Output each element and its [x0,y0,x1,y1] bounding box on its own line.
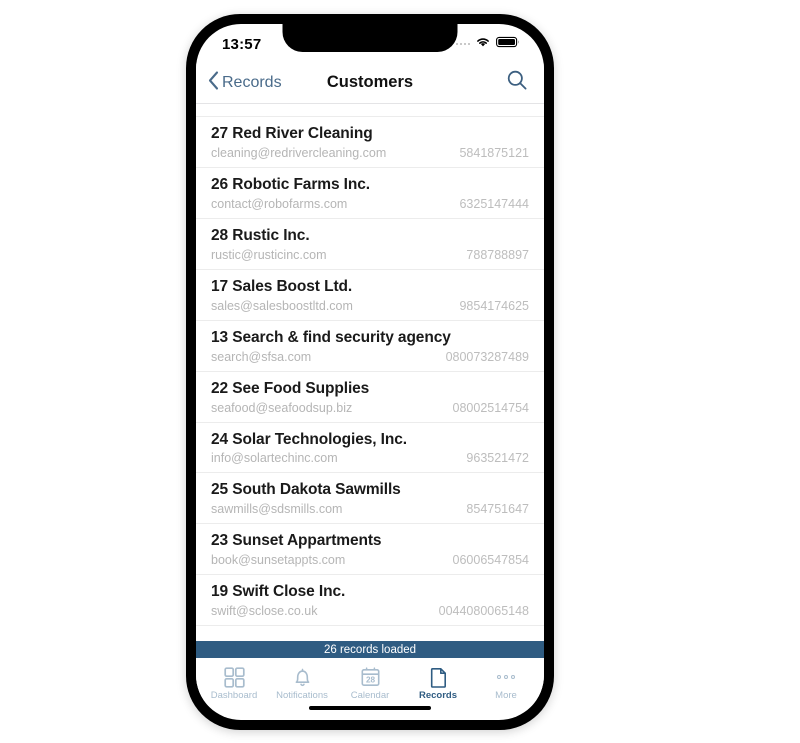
record-phone: 08002514754 [452,400,529,415]
record-title: 23 Sunset Appartments [211,532,382,550]
tab-notifications[interactable]: Notifications [268,666,336,701]
table-row[interactable]: 23 Sunset Appartments book@sunsetappts.c… [196,524,544,576]
phone-screen: 13:57 Records Customers 27 Red River Cle… [196,24,544,720]
back-button-label: Records [222,73,282,91]
record-email: sales@salesboostltd.com [211,298,353,313]
search-icon [506,69,528,96]
record-phone: 854751647 [466,502,529,517]
home-indicator [309,705,431,710]
tab-dashboard[interactable]: Dashboard [200,666,268,701]
record-email: seafood@seafoodsup.biz [211,400,353,415]
list-top-spacer [196,104,544,117]
record-phone: 5841875121 [459,145,529,160]
record-email: contact@robofarms.com [211,196,348,211]
tab-label: Notifications [276,690,328,702]
record-phone: 9854174625 [459,298,529,313]
calendar-day-number: 28 [365,675,375,684]
record-title: 22 See Food Supplies [211,379,370,397]
table-row[interactable]: 17 Sales Boost Ltd. sales@salesboostltd.… [196,269,544,321]
record-email: cleaning@redrivercleaning.com [211,145,387,160]
back-button[interactable]: Records [208,70,282,95]
record-email: rustic@rusticinc.com [211,247,327,262]
record-email: info@solartechinc.com [211,451,338,466]
navigation-bar: Records Customers [196,62,544,104]
record-title: 17 Sales Boost Ltd. [211,277,353,295]
table-row[interactable]: 28 Rustic Inc. rustic@rusticinc.com 7887… [196,218,544,270]
record-subtitle: rustic@rusticinc.com 788788897 [211,248,529,262]
grid-icon [223,666,245,688]
record-title: 26 Robotic Farms Inc. [211,175,370,193]
record-phone: 0044080065148 [438,604,529,619]
record-subtitle: book@sunsetappts.com 06006547854 [211,553,529,567]
table-row[interactable]: 26 Robotic Farms Inc. contact@robofarms.… [196,167,544,219]
tab-label: Records [418,690,457,702]
table-row[interactable]: 13 Search & find security agency search@… [196,320,544,372]
record-title: 24 Solar Technologies, Inc. [211,430,407,448]
battery-icon [496,35,520,53]
record-title: 27 Red River Cleaning [211,125,373,142]
record-subtitle: cleaning@redrivercleaning.com 5841875121 [211,146,529,160]
signal-dots-icon [455,42,470,46]
record-title: 19 Swift Close Inc. [211,583,346,601]
tab-label: Dashboard [210,690,258,702]
record-email: book@sunsetappts.com [211,553,346,568]
bell-icon [292,666,313,688]
records-list[interactable]: 27 Red River Cleaning cleaning@redriverc… [196,104,544,641]
table-row[interactable]: 19 Swift Close Inc. swift@sclose.co.uk 0… [196,575,544,627]
tab-label: Calendar [350,690,390,702]
record-subtitle: swift@sclose.co.uk 0044080065148 [211,604,529,618]
tab-records[interactable]: Records [404,666,472,701]
record-phone: 788788897 [466,247,529,262]
status-bar-time: 13:57 [222,35,262,53]
phone-frame: 13:57 Records Customers 27 Red River Cle… [186,14,554,730]
tab-label: More [495,690,517,702]
record-email: swift@sclose.co.uk [211,604,318,619]
calendar-icon: 28 [360,666,381,688]
record-subtitle: contact@robofarms.com 6325147444 [211,197,529,211]
record-subtitle: search@sfsa.com 080073287489 [211,350,529,364]
ellipsis-icon [497,666,515,688]
record-title: 25 South Dakota Sawmills [211,481,401,499]
tab-bar: Dashboard Notifications 28 Calendar Reco… [196,658,544,706]
record-subtitle: seafood@seafoodsup.biz 08002514754 [211,401,529,415]
table-row[interactable]: 22 See Food Supplies seafood@seafoodsup.… [196,371,544,423]
tab-more[interactable]: More [472,666,540,701]
table-row[interactable]: 25 South Dakota Sawmills sawmills@sdsmil… [196,473,544,525]
chevron-left-icon [208,70,219,95]
table-row[interactable]: 24 Solar Technologies, Inc. info@solarte… [196,422,544,474]
status-bar-icons [455,35,521,53]
phone-notch [282,24,458,52]
record-phone: 963521472 [466,451,529,466]
table-row[interactable]: 27 Red River Cleaning cleaning@redriverc… [196,117,544,168]
record-phone: 6325147444 [459,196,529,211]
record-phone: 06006547854 [452,553,529,568]
record-phone: 080073287489 [445,349,529,364]
status-badge: 26 records loaded [196,641,544,658]
record-email: sawmills@sdsmills.com [211,502,343,517]
record-subtitle: sawmills@sdsmills.com 854751647 [211,502,529,516]
record-subtitle: sales@salesboostltd.com 9854174625 [211,299,529,313]
search-button[interactable] [506,69,528,96]
wifi-icon [475,35,491,53]
record-title: 13 Search & find security agency [211,328,451,346]
record-subtitle: info@solartechinc.com 963521472 [211,451,529,465]
record-title: 28 Rustic Inc. [211,226,310,244]
document-icon [428,666,449,688]
tab-calendar[interactable]: 28 Calendar [336,666,404,701]
record-email: search@sfsa.com [211,349,312,364]
